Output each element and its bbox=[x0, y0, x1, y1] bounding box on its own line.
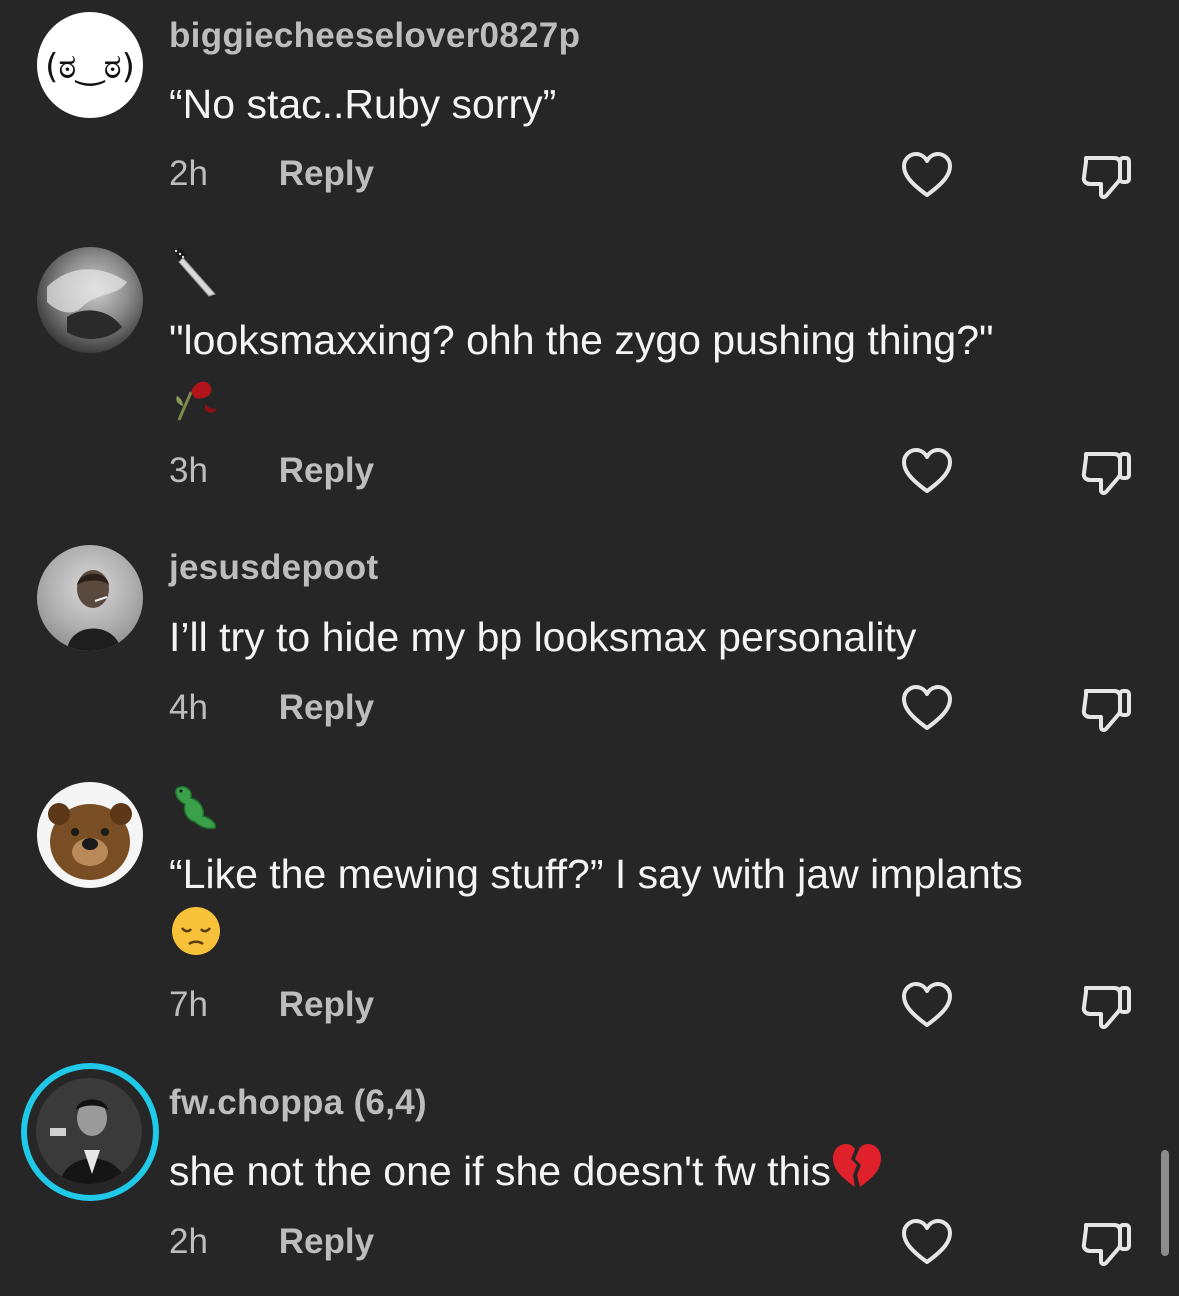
heart-outline-icon[interactable] bbox=[899, 148, 955, 204]
comment-time: 3h bbox=[169, 451, 208, 490]
comment-text-content: she not the one if she doesn't fw this bbox=[169, 1148, 831, 1194]
comment-text: “Like the mewing stuff?” I say with jaw … bbox=[169, 844, 1049, 974]
comment-time: 4h bbox=[169, 688, 208, 727]
heart-outline-icon[interactable] bbox=[899, 681, 955, 737]
thumbs-down-outline-icon[interactable] bbox=[1078, 978, 1134, 1034]
comment-meta: 3h Reply bbox=[169, 451, 374, 491]
comment-username[interactable]: biggiecheeselover0827p bbox=[169, 16, 580, 56]
reply-button[interactable]: Reply bbox=[279, 688, 374, 727]
thumbs-down-outline-icon[interactable] bbox=[1078, 681, 1134, 737]
wilted-rose-emoji bbox=[169, 370, 225, 442]
avatar-lenny-face[interactable]: (ಠ‿ಠ) bbox=[37, 12, 143, 118]
thumbs-down-outline-icon[interactable] bbox=[1078, 1215, 1134, 1271]
reply-button[interactable]: Reply bbox=[279, 1222, 374, 1261]
avatar-grey-hair[interactable] bbox=[37, 247, 143, 353]
heart-outline-icon[interactable] bbox=[899, 444, 955, 500]
knife-emoji bbox=[169, 246, 219, 305]
avatar-bear[interactable] bbox=[37, 782, 143, 888]
comment-text: I’ll try to hide my bp looksmax personal… bbox=[169, 614, 917, 660]
comment-text: “No stac..Ruby sorry” bbox=[169, 81, 557, 127]
comment-username[interactable]: jesusdepoot bbox=[169, 548, 378, 588]
comment-meta: 2h Reply bbox=[169, 154, 374, 194]
svg-text:(ಠ‿ಠ): (ಠ‿ಠ) bbox=[45, 47, 135, 87]
thumbs-down-outline-icon[interactable] bbox=[1078, 444, 1134, 500]
thumbs-down-outline-icon[interactable] bbox=[1078, 148, 1134, 204]
comment-time: 2h bbox=[169, 1222, 208, 1261]
comment-text-content: “Like the mewing stuff?” I say with jaw … bbox=[169, 851, 1023, 897]
crocodile-emoji bbox=[169, 782, 221, 837]
reply-button[interactable]: Reply bbox=[279, 451, 374, 490]
reply-button[interactable]: Reply bbox=[279, 154, 374, 193]
comment-username[interactable]: fw.choppa (6,4) bbox=[169, 1083, 427, 1123]
comment-time: 2h bbox=[169, 154, 208, 193]
pensive-face-emoji bbox=[169, 904, 223, 974]
comment-meta: 4h Reply bbox=[169, 688, 374, 728]
comment-text: "looksmaxxing? ohh the zygo pushing thin… bbox=[169, 310, 1049, 442]
comment-time: 7h bbox=[169, 985, 208, 1024]
comment-meta: 2h Reply bbox=[169, 1222, 374, 1262]
avatar-scarface[interactable] bbox=[36, 1078, 142, 1184]
heart-outline-icon[interactable] bbox=[899, 978, 955, 1034]
avatar-smoking-man[interactable] bbox=[37, 545, 143, 651]
reply-button[interactable]: Reply bbox=[279, 985, 374, 1024]
comment-meta: 7h Reply bbox=[169, 985, 374, 1025]
heart-outline-icon[interactable] bbox=[899, 1215, 955, 1271]
scrollbar[interactable] bbox=[1161, 1150, 1169, 1256]
comment-text: she not the one if she doesn't fw this bbox=[169, 1141, 1049, 1207]
broken-heart-emoji bbox=[831, 1141, 883, 1207]
comment-text-content: "looksmaxxing? ohh the zygo pushing thin… bbox=[169, 317, 994, 363]
